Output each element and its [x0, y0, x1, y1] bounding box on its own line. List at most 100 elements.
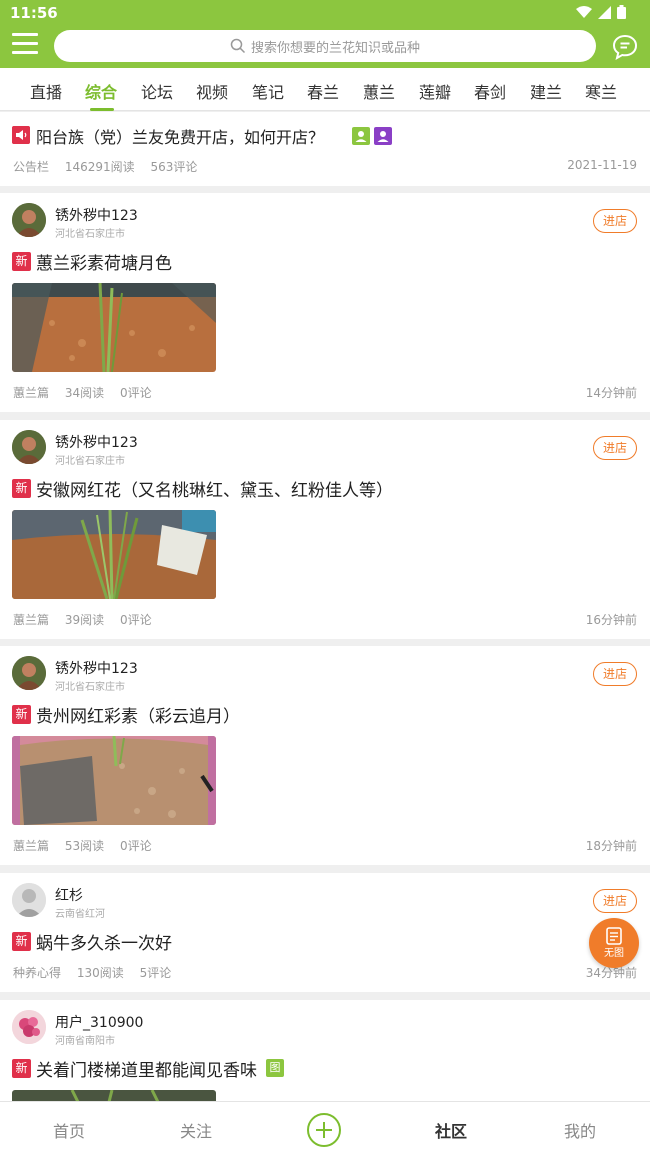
username[interactable]: 锈外秽中123	[55, 205, 138, 225]
username[interactable]: 红杉	[55, 885, 83, 905]
signal-icon	[598, 5, 611, 19]
post-meta: 种养心得 130阅读 5评论	[13, 964, 183, 981]
username[interactable]: 用户_310900	[55, 1012, 143, 1032]
new-badge: 新	[12, 479, 31, 498]
post-category: 蕙兰篇	[13, 386, 50, 400]
document-icon	[606, 927, 622, 945]
user-tag-icon	[352, 127, 370, 145]
new-badge: 新	[12, 1059, 31, 1078]
bottom-nav: 首页 关注 社区 我的	[0, 1101, 650, 1155]
post-image[interactable]	[12, 283, 216, 372]
status-bar: 11:56	[0, 0, 650, 26]
post-time: 14分钟前	[585, 386, 637, 400]
admin-tag-icon	[374, 127, 392, 145]
no-image-label: 无图	[604, 948, 624, 959]
new-badge: 新	[12, 252, 31, 271]
tab-chunlan[interactable]: 春兰	[307, 79, 339, 103]
new-badge: 新	[12, 932, 31, 951]
post-title[interactable]: 贵州网红彩素（彩云追月）	[36, 702, 240, 727]
post-card[interactable]: 红杉 云南省红河 进店 新 蜗牛多久杀一次好 种养心得 130阅读 5评论 34…	[0, 873, 650, 992]
username[interactable]: 锈外秽中123	[55, 658, 138, 678]
post-comments: 0评论	[119, 613, 152, 627]
avatar[interactable]	[12, 430, 46, 464]
tab-video[interactable]: 视频	[196, 79, 228, 103]
tab-hanlan[interactable]: 寒兰	[585, 79, 617, 103]
user-location: 河南省南阳市	[55, 1036, 115, 1047]
post-category: 蕙兰篇	[13, 839, 50, 853]
nav-follow[interactable]: 关注	[180, 1118, 212, 1142]
post-card[interactable]: 锈外秽中123 河北省石家庄市 进店 新 贵州网红彩素（彩云追月） 蕙兰篇 53…	[0, 646, 650, 865]
post-reads: 39阅读	[64, 613, 105, 627]
notice-date: 2021-11-19	[567, 158, 637, 172]
avatar[interactable]	[12, 656, 46, 690]
nav-community[interactable]: 社区	[435, 1118, 467, 1142]
speaker-icon	[12, 126, 30, 144]
add-post-button[interactable]	[307, 1113, 341, 1147]
battery-icon	[617, 5, 626, 19]
post-comments: 0评论	[119, 386, 152, 400]
post-image[interactable]	[12, 736, 216, 825]
notice-comments: 563评论	[150, 160, 198, 174]
notice-title: 阳台族（党）兰友免费开店，如何开店？	[36, 128, 325, 147]
post-time: 18分钟前	[585, 839, 637, 853]
user-location: 云南省红河	[55, 909, 105, 920]
avatar[interactable]	[12, 1010, 46, 1044]
nav-home[interactable]: 首页	[53, 1118, 85, 1142]
post-category: 种养心得	[13, 966, 62, 980]
post-comments: 5评论	[139, 966, 172, 980]
visit-shop-button[interactable]: 进店	[593, 209, 637, 233]
tab-lianban[interactable]: 莲瓣	[419, 79, 451, 103]
nav-mine[interactable]: 我的	[564, 1118, 596, 1142]
notice-card[interactable]: 阳台族（党）兰友免费开店，如何开店？ 公告栏 146291阅读 563评论 20…	[0, 112, 650, 186]
visit-shop-button[interactable]: 进店	[593, 662, 637, 686]
post-comments: 0评论	[119, 839, 152, 853]
notice-reads: 146291阅读	[64, 160, 135, 174]
tab-general[interactable]: 综合	[85, 79, 117, 103]
post-meta: 蕙兰篇 34阅读 0评论	[13, 384, 164, 401]
user-location: 河北省石家庄市	[55, 682, 125, 693]
post-title[interactable]: 安徽网红花（又名桃琳红、黛玉、红粉佳人等）	[36, 476, 393, 501]
visit-shop-button[interactable]: 进店	[593, 889, 637, 913]
post-meta: 蕙兰篇 53阅读 0评论	[13, 837, 164, 854]
post-card[interactable]: 用户_310900 河南省南阳市 新 关着门楼梯道里都能闻见香味 图	[0, 1000, 650, 1101]
wifi-icon	[576, 5, 592, 18]
status-time: 11:56	[10, 4, 58, 22]
post-reads: 130阅读	[76, 966, 124, 980]
username[interactable]: 锈外秽中123	[55, 432, 138, 452]
avatar[interactable]	[12, 203, 46, 237]
no-image-mode-button[interactable]: 无图	[589, 918, 639, 968]
message-icon[interactable]	[612, 34, 638, 60]
image-tag-icon: 图	[266, 1059, 284, 1077]
post-time: 16分钟前	[585, 613, 637, 627]
user-location: 河北省石家庄市	[55, 456, 125, 467]
post-category: 蕙兰篇	[13, 613, 50, 627]
avatar[interactable]	[12, 883, 46, 917]
active-tab-indicator	[90, 108, 114, 111]
post-meta: 蕙兰篇 39阅读 0评论	[13, 611, 164, 628]
tab-forum[interactable]: 论坛	[141, 79, 173, 103]
tab-chunjian[interactable]: 春剑	[474, 79, 506, 103]
post-image[interactable]	[12, 510, 216, 599]
notice-category: 公告栏	[13, 160, 50, 174]
post-title[interactable]: 蜗牛多久杀一次好	[36, 929, 172, 954]
tab-live[interactable]: 直播	[30, 79, 62, 103]
menu-icon[interactable]	[12, 33, 38, 55]
post-title[interactable]: 关着门楼梯道里都能闻见香味	[36, 1056, 257, 1081]
post-title[interactable]: 蕙兰彩素荷塘月色	[36, 249, 172, 274]
search-placeholder: 搜索你想要的兰花知识或品种	[250, 40, 420, 56]
category-tabs: 直播 综合 论坛 视频 笔记 春兰 蕙兰 莲瓣 春剑 建兰 寒兰	[0, 68, 650, 111]
tab-jianlan[interactable]: 建兰	[530, 79, 562, 103]
notice-meta: 公告栏 146291阅读 563评论	[13, 158, 209, 175]
new-badge: 新	[12, 705, 31, 724]
tab-notes[interactable]: 笔记	[252, 79, 284, 103]
search-input[interactable]: 搜索你想要的兰花知识或品种	[54, 30, 596, 62]
search-icon	[230, 38, 246, 54]
visit-shop-button[interactable]: 进店	[593, 436, 637, 460]
post-image[interactable]	[12, 1090, 216, 1101]
post-reads: 34阅读	[64, 386, 105, 400]
post-reads: 53阅读	[64, 839, 105, 853]
post-card[interactable]: 锈外秽中123 河北省石家庄市 进店 新 安徽网红花（又名桃琳红、黛玉、红粉佳人…	[0, 420, 650, 639]
post-card[interactable]: 锈外秽中123 河北省石家庄市 进店 新 蕙兰彩素荷塘月色 蕙兰篇 34阅读 0…	[0, 193, 650, 412]
tab-huilan[interactable]: 蕙兰	[363, 79, 395, 103]
user-location: 河北省石家庄市	[55, 229, 125, 240]
